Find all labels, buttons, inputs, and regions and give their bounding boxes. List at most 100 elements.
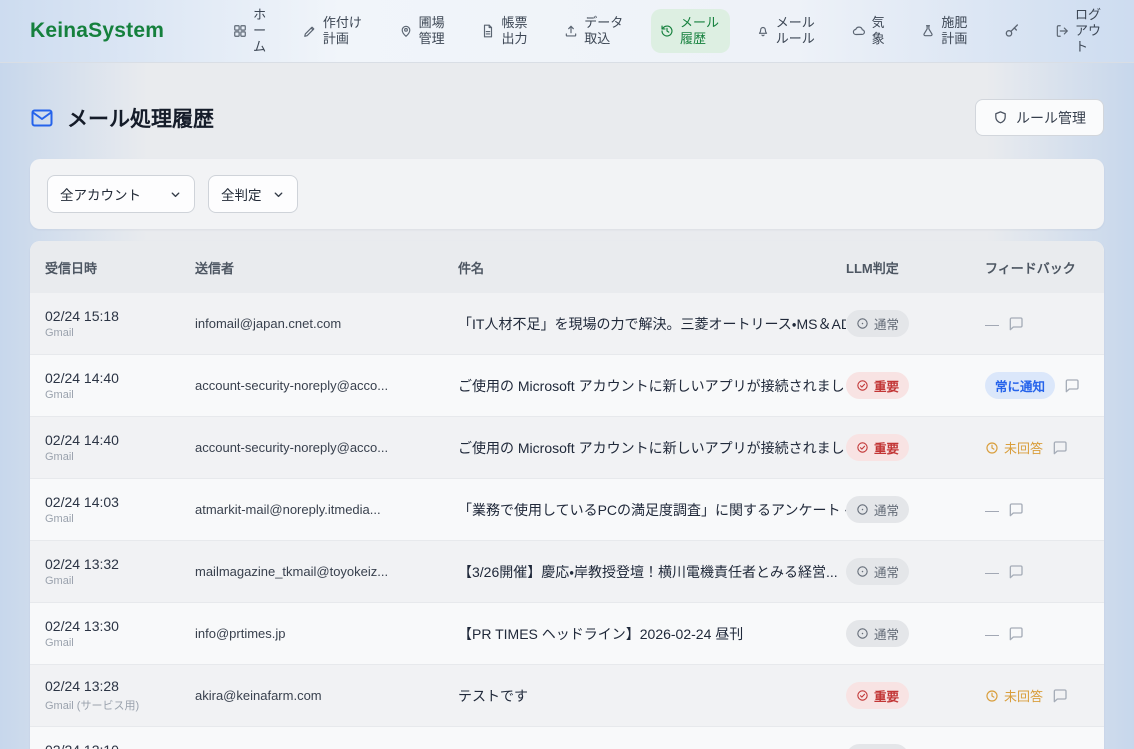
sender-address: mailmagazine_tkmail@toyokeiz... bbox=[195, 564, 458, 579]
nav-item-fertilizer-plan[interactable]: 施肥計画 bbox=[912, 9, 978, 54]
nav-item-api-key[interactable] bbox=[995, 17, 1029, 45]
rule-management-label: ルール管理 bbox=[1016, 108, 1086, 128]
top-navigation-bar: KeinaSystem ホーム 作付け計画 圃場管理 帳票出力 データ取込 メー… bbox=[0, 0, 1134, 63]
table-header-row: 受信日時 送信者 件名 LLM判定 フィードバック bbox=[30, 241, 1104, 293]
table-row[interactable]: 02/24 14:40 Gmail account-security-norep… bbox=[30, 417, 1104, 479]
table-row[interactable]: 02/24 14:40 Gmail account-security-norep… bbox=[30, 355, 1104, 417]
comment-icon[interactable] bbox=[1052, 440, 1068, 456]
table-row[interactable]: 02/24 14:03 Gmail atmarkit-mail@noreply.… bbox=[30, 479, 1104, 541]
feedback-none: — bbox=[985, 564, 999, 580]
judgement-filter-value: 全判定 bbox=[221, 184, 262, 204]
account-label: Gmail bbox=[45, 451, 195, 463]
comment-icon[interactable] bbox=[1064, 378, 1080, 394]
comment-icon[interactable] bbox=[1008, 564, 1024, 580]
nav-item-label: 帳票出力 bbox=[501, 15, 529, 48]
account-label: Gmail (サービス用) bbox=[45, 697, 195, 713]
mail-subject: 「業務で使用しているPCの満足度調査」に関するアンケート ≪... bbox=[458, 500, 846, 520]
upload-icon bbox=[564, 24, 578, 38]
mail-subject: ご使用の Microsoft アカウントに新しいアプリが接続されました bbox=[458, 438, 846, 458]
account-filter-value: 全アカウント bbox=[60, 184, 141, 204]
logout-icon bbox=[1055, 24, 1069, 38]
nav-item-label: 圃場管理 bbox=[419, 15, 447, 48]
judgement-filter-select[interactable]: 全判定 bbox=[208, 175, 298, 213]
header-received: 受信日時 bbox=[45, 258, 195, 277]
mail-subject: テストです bbox=[458, 686, 846, 706]
table-row[interactable]: 02/24 15:18 Gmail infomail@japan.cnet.co… bbox=[30, 293, 1104, 355]
nav-item-data-import[interactable]: データ取込 bbox=[555, 9, 634, 54]
nav-item-label: ログアウト bbox=[1075, 7, 1103, 56]
table-row[interactable]: 02/24 13:30 Gmail info@prtimes.jp 【PR TI… bbox=[30, 603, 1104, 665]
judgement-badge-normal: 通常 bbox=[846, 558, 909, 585]
feedback-unanswered: 未回答 bbox=[985, 438, 1043, 457]
document-icon bbox=[481, 24, 495, 38]
account-filter-select[interactable]: 全アカウント bbox=[47, 175, 195, 213]
nav-item-planting-plan[interactable]: 作付け計画 bbox=[294, 9, 373, 54]
mail-subject: ご使用の Microsoft アカウントに新しいアプリが接続されました bbox=[458, 376, 846, 396]
chevron-down-icon bbox=[169, 188, 182, 201]
nav-item-field-management[interactable]: 圃場管理 bbox=[390, 9, 456, 54]
history-icon bbox=[660, 24, 674, 38]
comment-icon[interactable] bbox=[1052, 688, 1068, 704]
nav-item-mail-history[interactable]: メール履歴 bbox=[651, 9, 730, 54]
nav-item-report-output[interactable]: 帳票出力 bbox=[472, 9, 538, 54]
mail-history-table: 受信日時 送信者 件名 LLM判定 フィードバック 02/24 15:18 Gm… bbox=[30, 241, 1104, 749]
cloud-icon bbox=[852, 24, 866, 38]
received-datetime: 02/24 12:10 bbox=[45, 742, 195, 749]
rule-management-button[interactable]: ルール管理 bbox=[975, 99, 1104, 136]
received-datetime: 02/24 14:40 bbox=[45, 370, 195, 386]
key-icon bbox=[1004, 23, 1020, 39]
table-row[interactable]: 02/24 13:28 Gmail (サービス用) akira@keinafar… bbox=[30, 665, 1104, 727]
received-datetime: 02/24 15:18 bbox=[45, 308, 195, 324]
header-subject: 件名 bbox=[458, 258, 846, 277]
main-nav: ホーム 作付け計画 圃場管理 帳票出力 データ取込 メール履歴 メールルール bbox=[224, 1, 1112, 62]
comment-icon[interactable] bbox=[1008, 626, 1024, 642]
map-pin-icon bbox=[399, 24, 413, 38]
judgement-badge-normal: 通常 bbox=[846, 744, 909, 749]
judgement-badge-important: 重要 bbox=[846, 682, 909, 709]
mail-icon bbox=[30, 106, 54, 130]
page-header: メール処理履歴 ルール管理 bbox=[30, 99, 1104, 136]
bell-icon bbox=[756, 24, 770, 38]
filter-bar: 全アカウント 全判定 bbox=[30, 159, 1104, 229]
pencil-icon bbox=[303, 24, 317, 38]
header-sender: 送信者 bbox=[195, 258, 458, 277]
sender-address: account-security-noreply@acco... bbox=[195, 440, 458, 455]
nav-item-label: メール履歴 bbox=[680, 15, 721, 48]
sender-address: akira@keinafarm.com bbox=[195, 688, 458, 703]
mail-subject: 【3/26開催】慶応・岸教授登壇！横川電機責任者とみる経営... bbox=[458, 562, 846, 582]
nav-item-label: ホーム bbox=[253, 7, 268, 56]
received-datetime: 02/24 13:30 bbox=[45, 618, 195, 634]
comment-icon[interactable] bbox=[1008, 316, 1024, 332]
judgement-badge-normal: 通常 bbox=[846, 310, 909, 337]
feedback-none: — bbox=[985, 316, 999, 332]
account-label: Gmail bbox=[45, 513, 195, 525]
table-row[interactable]: 02/24 12:10 Gmail digital@kochinews.jp 四… bbox=[30, 727, 1104, 749]
page-content: メール処理履歴 ルール管理 全アカウント 全判定 受信日時 送信者 件名 LLM… bbox=[0, 99, 1134, 749]
nav-item-label: データ取込 bbox=[584, 15, 625, 48]
feedback-none: — bbox=[985, 626, 999, 642]
nav-item-home[interactable]: ホーム bbox=[224, 1, 277, 62]
nav-item-label: 気象 bbox=[872, 15, 887, 48]
account-label: Gmail bbox=[45, 327, 195, 339]
page-title: メール処理履歴 bbox=[67, 103, 214, 133]
received-datetime: 02/24 13:32 bbox=[45, 556, 195, 572]
nav-item-mail-rules[interactable]: メールルール bbox=[747, 9, 826, 54]
comment-icon[interactable] bbox=[1008, 502, 1024, 518]
nav-item-logout[interactable]: ログアウト bbox=[1046, 1, 1112, 62]
received-datetime: 02/24 14:03 bbox=[45, 494, 195, 510]
nav-item-label: 作付け計画 bbox=[323, 15, 364, 48]
sender-address: atmarkit-mail@noreply.itmedia... bbox=[195, 502, 458, 517]
table-row[interactable]: 02/24 13:32 Gmail mailmagazine_tkmail@to… bbox=[30, 541, 1104, 603]
received-datetime: 02/24 14:40 bbox=[45, 432, 195, 448]
nav-item-weather[interactable]: 気象 bbox=[843, 9, 896, 54]
mail-subject: 「IT人材不足」を現場の力で解決。三菱オートリース・MS＆AD... bbox=[458, 314, 846, 334]
judgement-badge-normal: 通常 bbox=[846, 496, 909, 523]
app-logo[interactable]: KeinaSystem bbox=[30, 19, 164, 43]
mail-subject: 【PR TIMES ヘッドライン】2026-02-24 昼刊 bbox=[458, 624, 846, 644]
grid-icon bbox=[233, 24, 247, 38]
nav-item-label: 施肥計画 bbox=[941, 15, 969, 48]
account-label: Gmail bbox=[45, 637, 195, 649]
sender-address: account-security-noreply@acco... bbox=[195, 378, 458, 393]
shield-icon bbox=[993, 110, 1008, 125]
received-datetime: 02/24 13:28 bbox=[45, 678, 195, 694]
